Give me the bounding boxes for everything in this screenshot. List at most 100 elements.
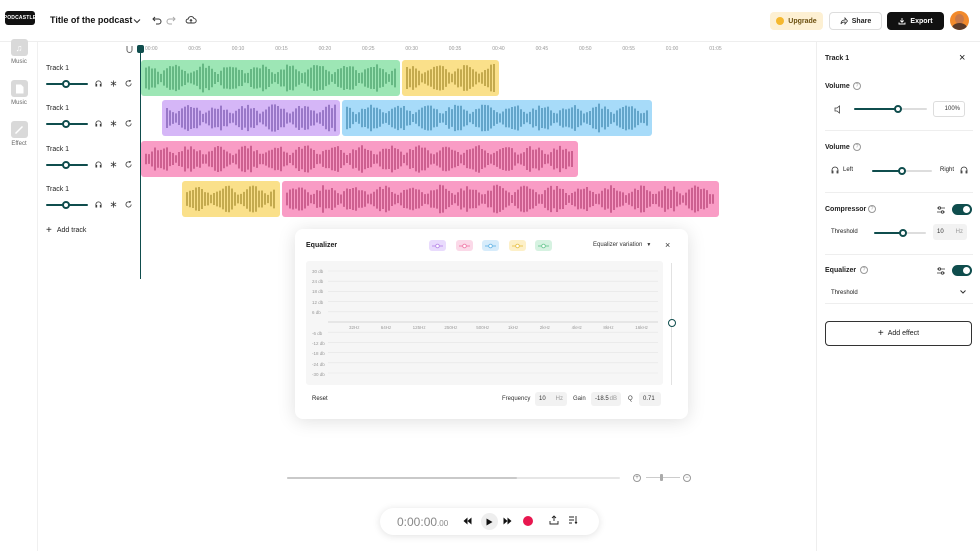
gain-field[interactable]: -18.5 dB — [591, 392, 621, 406]
threshold-slider-handle[interactable] — [898, 229, 907, 237]
undo-icon[interactable] — [152, 15, 162, 25]
timeline-tick: 00:40 — [492, 46, 505, 52]
eq-frequency-label: 8kHz — [603, 325, 614, 330]
audio-clip[interactable] — [141, 60, 400, 96]
reset-button[interactable]: Reset — [312, 396, 328, 402]
timeline-tick: 00:55 — [622, 46, 635, 52]
headphones-icon — [960, 166, 968, 174]
eq-band-2-button[interactable] — [455, 240, 473, 251]
audio-clip[interactable] — [182, 180, 280, 217]
nav-item-music-2[interactable]: Music — [0, 80, 38, 106]
info-icon[interactable]: ? — [868, 205, 876, 213]
sliders-icon[interactable] — [936, 266, 946, 276]
snowflake-icon[interactable] — [110, 80, 117, 87]
headphones-icon[interactable] — [95, 120, 102, 127]
project-title[interactable]: Title of the podcast — [50, 15, 132, 25]
close-icon[interactable]: × — [665, 240, 670, 250]
audio-clip[interactable] — [342, 100, 652, 137]
audio-clip[interactable] — [402, 60, 499, 96]
zoom-out-icon[interactable]: − — [683, 474, 691, 482]
app-logo[interactable]: PODCASTLE — [4, 11, 36, 25]
plus-icon: + — [877, 328, 884, 339]
timeline-tick: 00:00 — [145, 46, 158, 52]
user-avatar[interactable] — [950, 11, 969, 30]
compressor-toggle[interactable] — [952, 204, 972, 215]
track-volume-handle[interactable] — [62, 160, 71, 169]
left-label: Left — [843, 167, 854, 173]
loop-icon[interactable] — [125, 160, 133, 168]
audio-clip[interactable] — [282, 180, 719, 217]
audio-clip[interactable] — [162, 100, 340, 137]
nav-item-effect[interactable]: Effect — [0, 121, 38, 147]
volume-slider-handle[interactable] — [893, 105, 902, 113]
eq-band-3-button[interactable] — [482, 240, 499, 251]
equalizer-variation-dropdown[interactable]: Equalizer variation ▼ — [593, 242, 651, 248]
threshold-field[interactable]: 10 Hz — [933, 224, 967, 240]
q-field[interactable]: 0.71 — [639, 392, 661, 406]
redo-icon[interactable] — [166, 15, 176, 25]
frequency-unit: Hz — [555, 396, 563, 402]
add-track-button[interactable]: + Add track — [46, 225, 86, 236]
track-volume-handle[interactable] — [62, 120, 71, 129]
cloud-save-icon[interactable] — [185, 15, 197, 25]
zoom-slider-handle[interactable] — [660, 474, 663, 481]
export-button[interactable]: Export — [887, 12, 944, 30]
divider — [825, 254, 973, 255]
nav-item-music[interactable]: ♫ Music — [0, 39, 38, 65]
eq-band-1-button[interactable] — [429, 240, 446, 251]
variation-label: Equalizer variation — [593, 242, 643, 248]
speaker-icon[interactable] — [834, 105, 843, 114]
rewind-icon[interactable] — [463, 517, 472, 525]
volume-value-field[interactable]: 100% — [933, 101, 965, 117]
track-settings-panel: Track 1 × Volume ? 100% Volume ? Left Ri… — [816, 42, 980, 551]
close-panel-icon[interactable]: × — [959, 52, 965, 64]
eq-gain-handle[interactable] — [668, 319, 676, 327]
snowflake-icon[interactable] — [110, 161, 117, 168]
play-button[interactable] — [481, 513, 498, 530]
headphones-icon[interactable] — [95, 201, 102, 208]
zoom-slider[interactable] — [646, 477, 680, 478]
info-icon[interactable]: ? — [853, 143, 861, 151]
track-volume-handle[interactable] — [62, 80, 71, 88]
upload-icon[interactable] — [549, 515, 559, 525]
playhead-handle[interactable] — [137, 45, 144, 53]
eq-threshold-select[interactable]: Threshold — [825, 284, 973, 304]
headphones-icon[interactable] — [95, 161, 102, 168]
upgrade-button[interactable]: Upgrade — [770, 12, 823, 30]
record-button[interactable] — [523, 516, 533, 526]
loop-icon[interactable] — [125, 80, 133, 87]
eq-band-4-button[interactable] — [508, 240, 526, 251]
snowflake-icon[interactable] — [110, 201, 117, 208]
equalizer-title: Equalizer — [306, 242, 338, 249]
share-button[interactable]: Share — [829, 12, 882, 30]
threshold-unit: Hz — [955, 229, 963, 235]
transcript-icon[interactable] — [568, 515, 579, 525]
audio-clip[interactable] — [141, 140, 578, 177]
headphones-icon[interactable] — [95, 80, 102, 87]
frequency-label: Frequency — [502, 396, 531, 402]
scrollbar-thumb[interactable] — [287, 477, 517, 479]
balance-slider-handle[interactable] — [898, 167, 906, 175]
snowflake-icon[interactable] — [110, 120, 117, 127]
loop-icon[interactable] — [125, 120, 133, 127]
magnet-icon[interactable] — [125, 44, 133, 54]
gain-unit: dB — [609, 396, 617, 402]
frequency-field[interactable]: 10 Hz — [535, 392, 567, 406]
info-icon[interactable]: ? — [853, 82, 861, 90]
loop-icon[interactable] — [125, 200, 133, 208]
eq-frequency-label: 500Hz — [476, 325, 490, 330]
timeline-tick: 01:05 — [709, 46, 722, 52]
chevron-down-icon[interactable] — [132, 16, 141, 25]
sliders-icon[interactable] — [936, 205, 946, 215]
zoom-in-icon[interactable]: + — [633, 474, 641, 482]
track-volume-handle[interactable] — [62, 200, 71, 209]
right-label: Right — [940, 167, 955, 173]
equalizer-toggle[interactable] — [952, 265, 972, 276]
eq-graph[interactable]: 30 db 24 db 18 db 12 db 6 db -6 db -12 db -18 d… — [306, 261, 663, 385]
chevron-down-icon — [959, 288, 967, 298]
eq-frequency-label: 32Hz — [349, 325, 360, 330]
add-effect-button[interactable]: + Add effect — [825, 321, 972, 346]
info-icon[interactable]: ? — [860, 266, 868, 274]
eq-band-5-button[interactable] — [535, 240, 552, 251]
fast-forward-icon[interactable] — [503, 517, 512, 525]
